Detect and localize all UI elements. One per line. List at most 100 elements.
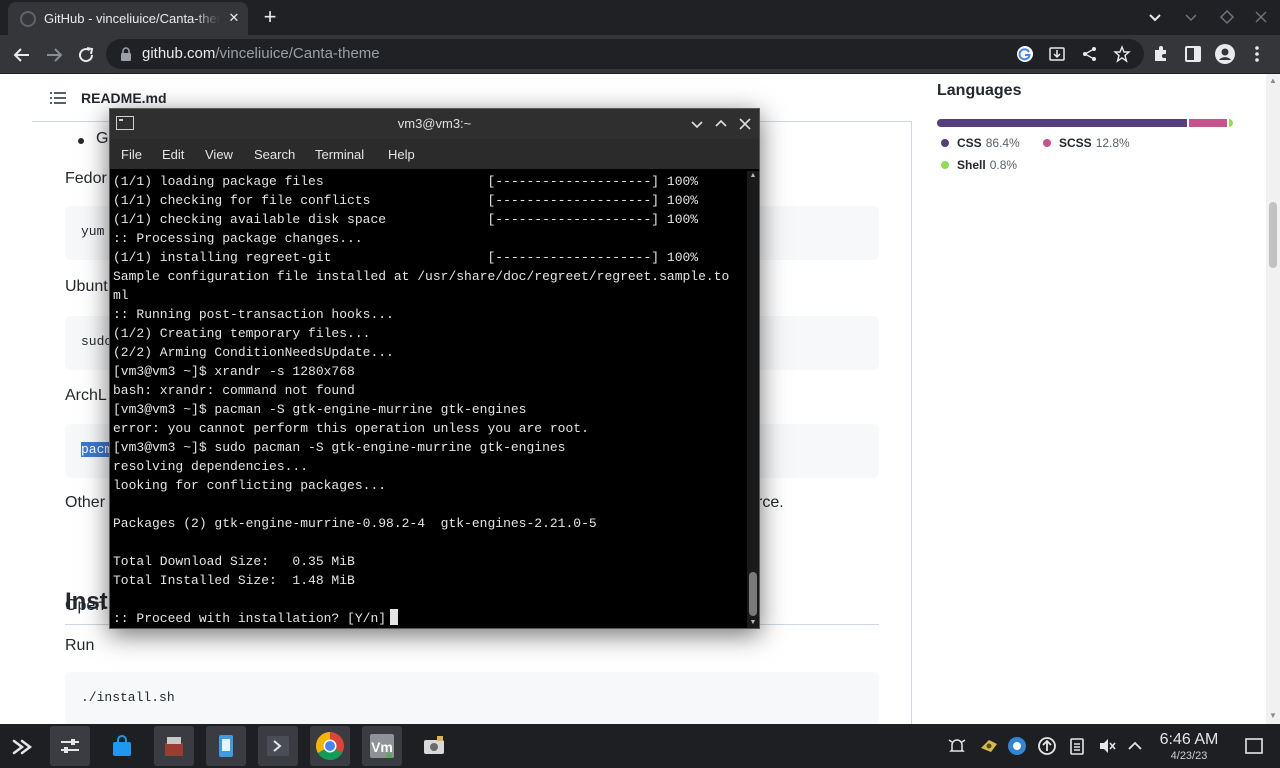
install-app-icon[interactable]	[1048, 45, 1066, 63]
shell-dot	[941, 161, 949, 169]
minimize-icon[interactable]	[1182, 8, 1200, 26]
terminal-line: looking for conflicting packages...	[113, 478, 387, 493]
other-label: Other	[65, 494, 106, 511]
tab-close-icon[interactable]: ✕	[226, 10, 242, 26]
taskbar: Vm 6:46 AM 4/23/23	[0, 724, 1280, 768]
scroll-up-icon[interactable]: ▲	[1269, 77, 1277, 85]
notifications-bell-icon[interactable]	[947, 736, 967, 756]
menu-search[interactable]: Search	[254, 147, 295, 162]
side-panel-icon[interactable]	[1183, 44, 1203, 64]
lock-icon[interactable]	[120, 47, 132, 61]
scss-segment	[1189, 119, 1228, 127]
kde-connect-icon[interactable]	[979, 736, 999, 756]
screenshot-camera-icon	[424, 736, 444, 754]
bullet-dot	[78, 138, 84, 144]
volume-muted-icon[interactable]	[1097, 736, 1117, 756]
arch-code-selected[interactable]: pacm	[81, 442, 113, 457]
tab-search-icon[interactable]	[1146, 8, 1164, 26]
terminal-scroll-up-icon[interactable]: ▲	[747, 171, 759, 181]
tab-title: GitHub - vinceliuice/Canta-theme	[44, 11, 220, 26]
terminal-scrollbar-thumb[interactable]	[749, 572, 757, 616]
profile-avatar-icon[interactable]	[1215, 44, 1235, 64]
steam-status-icon[interactable]	[1007, 736, 1027, 756]
scss-dot	[1043, 139, 1051, 147]
chrome-menu-icon[interactable]	[1247, 44, 1267, 64]
taskbar-system-settings[interactable]	[50, 726, 90, 766]
terminal-line: bash: xrandr: command not found	[113, 383, 355, 398]
show-desktop-icon[interactable]	[1244, 736, 1264, 756]
forward-arrow-icon[interactable]	[42, 43, 66, 67]
terminal-scrollbar[interactable]: ▲ ▼	[747, 171, 759, 628]
application-launcher-icon[interactable]	[10, 735, 34, 759]
taskbar-ark[interactable]	[154, 726, 194, 766]
menu-edit[interactable]: Edit	[162, 147, 184, 162]
ubuntu-code: sudo	[81, 334, 113, 349]
clipboard-icon[interactable]	[1067, 736, 1087, 756]
taskbar-discover[interactable]	[102, 726, 142, 766]
tray-expand-chevron-icon[interactable]	[1125, 736, 1145, 756]
terminal-line: :: Running post-transaction hooks...	[113, 307, 394, 322]
page-scrollbar[interactable]: ▲ ▼	[1266, 74, 1280, 724]
reload-icon[interactable]	[74, 43, 98, 67]
run-codeblock: ./install.sh	[65, 672, 879, 724]
terminal-line: ml	[113, 288, 129, 303]
terminal-scroll-down-icon[interactable]: ▼	[747, 618, 759, 628]
shell-segment	[1229, 119, 1233, 127]
browser-tab-active[interactable]: GitHub - vinceliuice/Canta-theme ✕	[8, 2, 248, 35]
clock-date[interactable]: 4/23/23	[1150, 750, 1228, 762]
share-icon[interactable]	[1081, 45, 1099, 63]
vmware-label: Vm	[371, 739, 393, 755]
taskbar-kate[interactable]	[206, 726, 246, 766]
url-text[interactable]: github.com/vinceliuice/Canta-theme	[142, 45, 380, 62]
taskbar-chrome[interactable]	[310, 726, 350, 766]
clock-time[interactable]: 6:46 AM	[1150, 731, 1228, 749]
languages-bar	[937, 119, 1233, 127]
terminal-maximize-icon[interactable]	[713, 116, 729, 132]
google-lens-icon[interactable]	[1016, 45, 1034, 63]
address-bar[interactable]: github.com/vinceliuice/Canta-theme	[106, 39, 1144, 69]
terminal-line: Total Installed Size: 1.48 MiB	[113, 573, 355, 588]
fedora-code: yum	[81, 224, 105, 239]
page-scrollbar-thumb[interactable]	[1269, 202, 1277, 268]
terminal-line: resolving dependencies...	[113, 459, 309, 474]
terminal-line: (1/1) checking for file conflicts [-----…	[113, 193, 699, 208]
terminal-icon	[267, 736, 289, 756]
terminal-close-icon[interactable]	[737, 116, 753, 132]
outline-list-icon[interactable]	[50, 91, 66, 105]
terminal-window[interactable]: vm3@vm3:~ File Edit View Search Terminal…	[109, 108, 760, 629]
language-scss[interactable]: SCSS 12.8%	[1043, 136, 1130, 150]
scroll-down-icon[interactable]: ▼	[1269, 712, 1277, 720]
terminal-line: Packages (2) gtk-engine-murrine-0.98.2-4…	[113, 516, 597, 531]
terminal-line: [vm3@vm3 ~]$ pacman -S gtk-engine-murrin…	[113, 402, 527, 417]
terminal-menubar: File Edit View Search Terminal Help	[110, 139, 759, 169]
menu-file[interactable]: File	[121, 147, 142, 162]
taskbar-vmware[interactable]: Vm	[362, 726, 402, 766]
menu-view[interactable]: View	[205, 147, 233, 162]
browser-toolbar: github.com/vinceliuice/Canta-theme	[0, 35, 1280, 74]
languages-title: Languages	[937, 82, 1022, 99]
terminal-minimize-icon[interactable]	[689, 116, 705, 132]
run-code: ./install.sh	[81, 690, 175, 705]
language-shell[interactable]: Shell 0.8%	[941, 158, 1017, 172]
menu-help[interactable]: Help	[388, 147, 415, 162]
bookmark-star-icon[interactable]	[1113, 45, 1131, 63]
maximize-icon[interactable]	[1218, 8, 1236, 26]
extensions-puzzle-icon[interactable]	[1151, 44, 1171, 64]
terminal-line: Total Download Size: 0.35 MiB	[113, 554, 355, 569]
language-css[interactable]: CSS 86.4%	[941, 136, 1020, 150]
terminal-prompt-line[interactable]: :: Proceed with installation? [Y/n]	[113, 609, 745, 627]
terminal-cursor	[390, 609, 399, 625]
close-window-icon[interactable]	[1252, 8, 1270, 26]
terminal-output[interactable]: (1/1) loading package files [-----------…	[113, 172, 745, 627]
update-notifier-icon[interactable]	[1037, 736, 1057, 756]
menu-terminal[interactable]: Terminal	[315, 147, 364, 162]
readme-title[interactable]: README.md	[81, 90, 167, 106]
back-arrow-icon[interactable]	[10, 43, 34, 67]
taskbar-konsole[interactable]	[258, 726, 298, 766]
github-favicon-icon	[20, 11, 36, 27]
taskbar-screenshot-tool[interactable]	[414, 726, 454, 766]
terminal-titlebar[interactable]: vm3@vm3:~	[110, 109, 759, 139]
new-tab-button[interactable]: +	[258, 5, 282, 29]
